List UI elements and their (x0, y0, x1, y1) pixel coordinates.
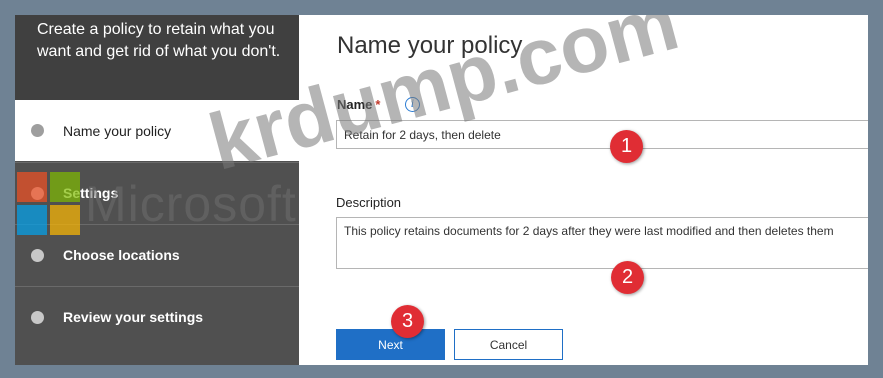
microsoft-logo-icon (17, 172, 81, 236)
step-indicator-icon (31, 124, 44, 137)
sidebar-intro-text: Create a policy to retain what you want … (37, 21, 281, 60)
step-marker-3: 3 (391, 305, 424, 338)
policy-description-input[interactable]: This policy retains documents for 2 days… (336, 217, 868, 269)
step-indicator-icon (31, 248, 44, 262)
next-button[interactable]: Next (336, 329, 445, 360)
cancel-button[interactable]: Cancel (454, 329, 563, 360)
step-label: Choose locations (63, 247, 180, 263)
step-marker-2: 2 (611, 261, 644, 294)
step-label: Name your policy (63, 122, 172, 139)
step-marker-1: 1 (610, 130, 643, 163)
step-indicator-icon (31, 310, 44, 324)
step-review-your-settings[interactable]: Review your settings (15, 286, 299, 347)
step-label: Review your settings (63, 309, 204, 325)
policy-wizard-window: Create a policy to retain what you want … (15, 15, 868, 365)
watermark-microsoft: Microsoft (85, 176, 297, 232)
description-field-label: Description (336, 195, 402, 210)
